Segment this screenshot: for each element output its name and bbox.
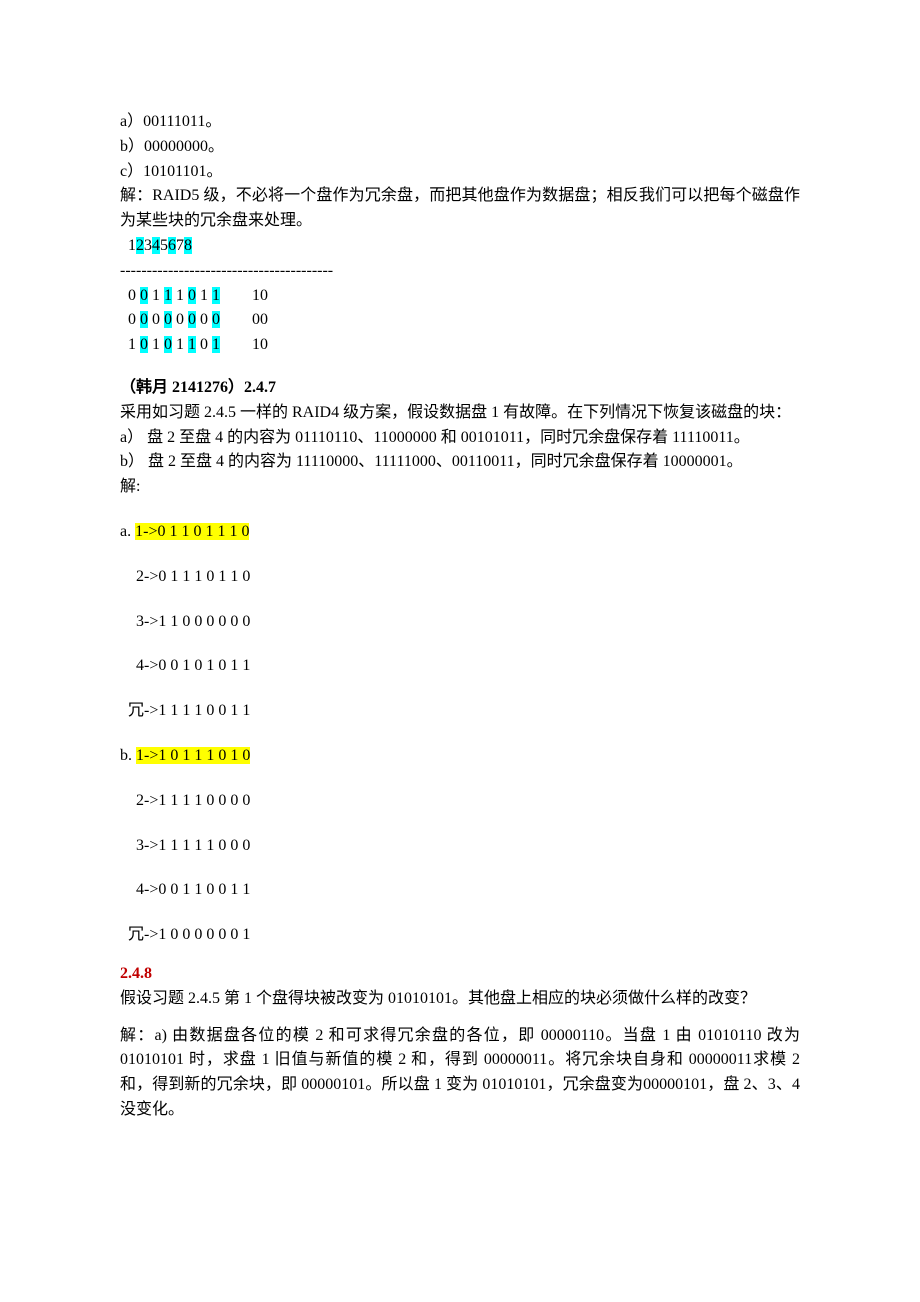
line-a: a）00111011。 bbox=[120, 110, 800, 135]
section-248-ans: 解：a) 由数据盘各位的模 2 和可求得冗余盘的各位，即 00000110。当盘… bbox=[120, 1024, 800, 1123]
sol-a-2: 2->0 1 1 1 0 1 1 0 bbox=[120, 565, 800, 590]
section-248-q: 假设习题 2.4.5 第 1 个盘得块被改变为 01010101。其他盘上相应的… bbox=[120, 987, 800, 1012]
bit-header: 12345678 bbox=[120, 234, 800, 259]
section-247-desc: 采用如习题 2.4.5 一样的 RAID4 级方案，假设数据盘 1 有故障。在下… bbox=[120, 401, 800, 426]
section-247-qb: b） 盘 2 至盘 4 的内容为 11110000、11111000、00110… bbox=[120, 450, 800, 475]
section-248-title: 2.4.8 bbox=[120, 962, 800, 987]
sol-b-3: 3->1 1 1 1 1 0 0 0 bbox=[120, 834, 800, 859]
sol-a-1: a. 1->0 1 1 0 1 1 1 0 bbox=[120, 520, 800, 545]
bit-row-2: 0 0 0 0 0 0 0 0 00 bbox=[120, 308, 800, 333]
section-247-jie: 解: bbox=[120, 475, 800, 500]
sol-b-2: 2->1 1 1 1 0 0 0 0 bbox=[120, 789, 800, 814]
sol-a-r: 冗->1 1 1 1 0 0 1 1 bbox=[120, 699, 800, 724]
section-247-qa: a） 盘 2 至盘 4 的内容为 01110110、11000000 和 001… bbox=[120, 426, 800, 451]
dashes: ---------------------------------------- bbox=[120, 259, 800, 284]
sol-a-4: 4->0 0 1 0 1 0 1 1 bbox=[120, 654, 800, 679]
line-b: b）00000000。 bbox=[120, 135, 800, 160]
sol-b-4: 4->0 0 1 1 0 0 1 1 bbox=[120, 878, 800, 903]
bit-row-1: 0 0 1 1 1 0 1 1 10 bbox=[120, 284, 800, 309]
line-c: c）10101101。 bbox=[120, 160, 800, 185]
bit-row-3: 1 0 1 0 1 1 0 1 10 bbox=[120, 333, 800, 358]
top-explain: 解：RAID5 级，不必将一个盘作为冗余盘，而把其他盘作为数据盘；相反我们可以把… bbox=[120, 184, 800, 234]
sol-a-3: 3->1 1 0 0 0 0 0 0 bbox=[120, 610, 800, 635]
section-247-title: （韩月 2141276）2.4.7 bbox=[120, 376, 800, 401]
sol-b-r: 冗->1 0 0 0 0 0 0 1 bbox=[120, 923, 800, 948]
sol-b-1: b. 1->1 0 1 1 1 0 1 0 bbox=[120, 744, 800, 769]
